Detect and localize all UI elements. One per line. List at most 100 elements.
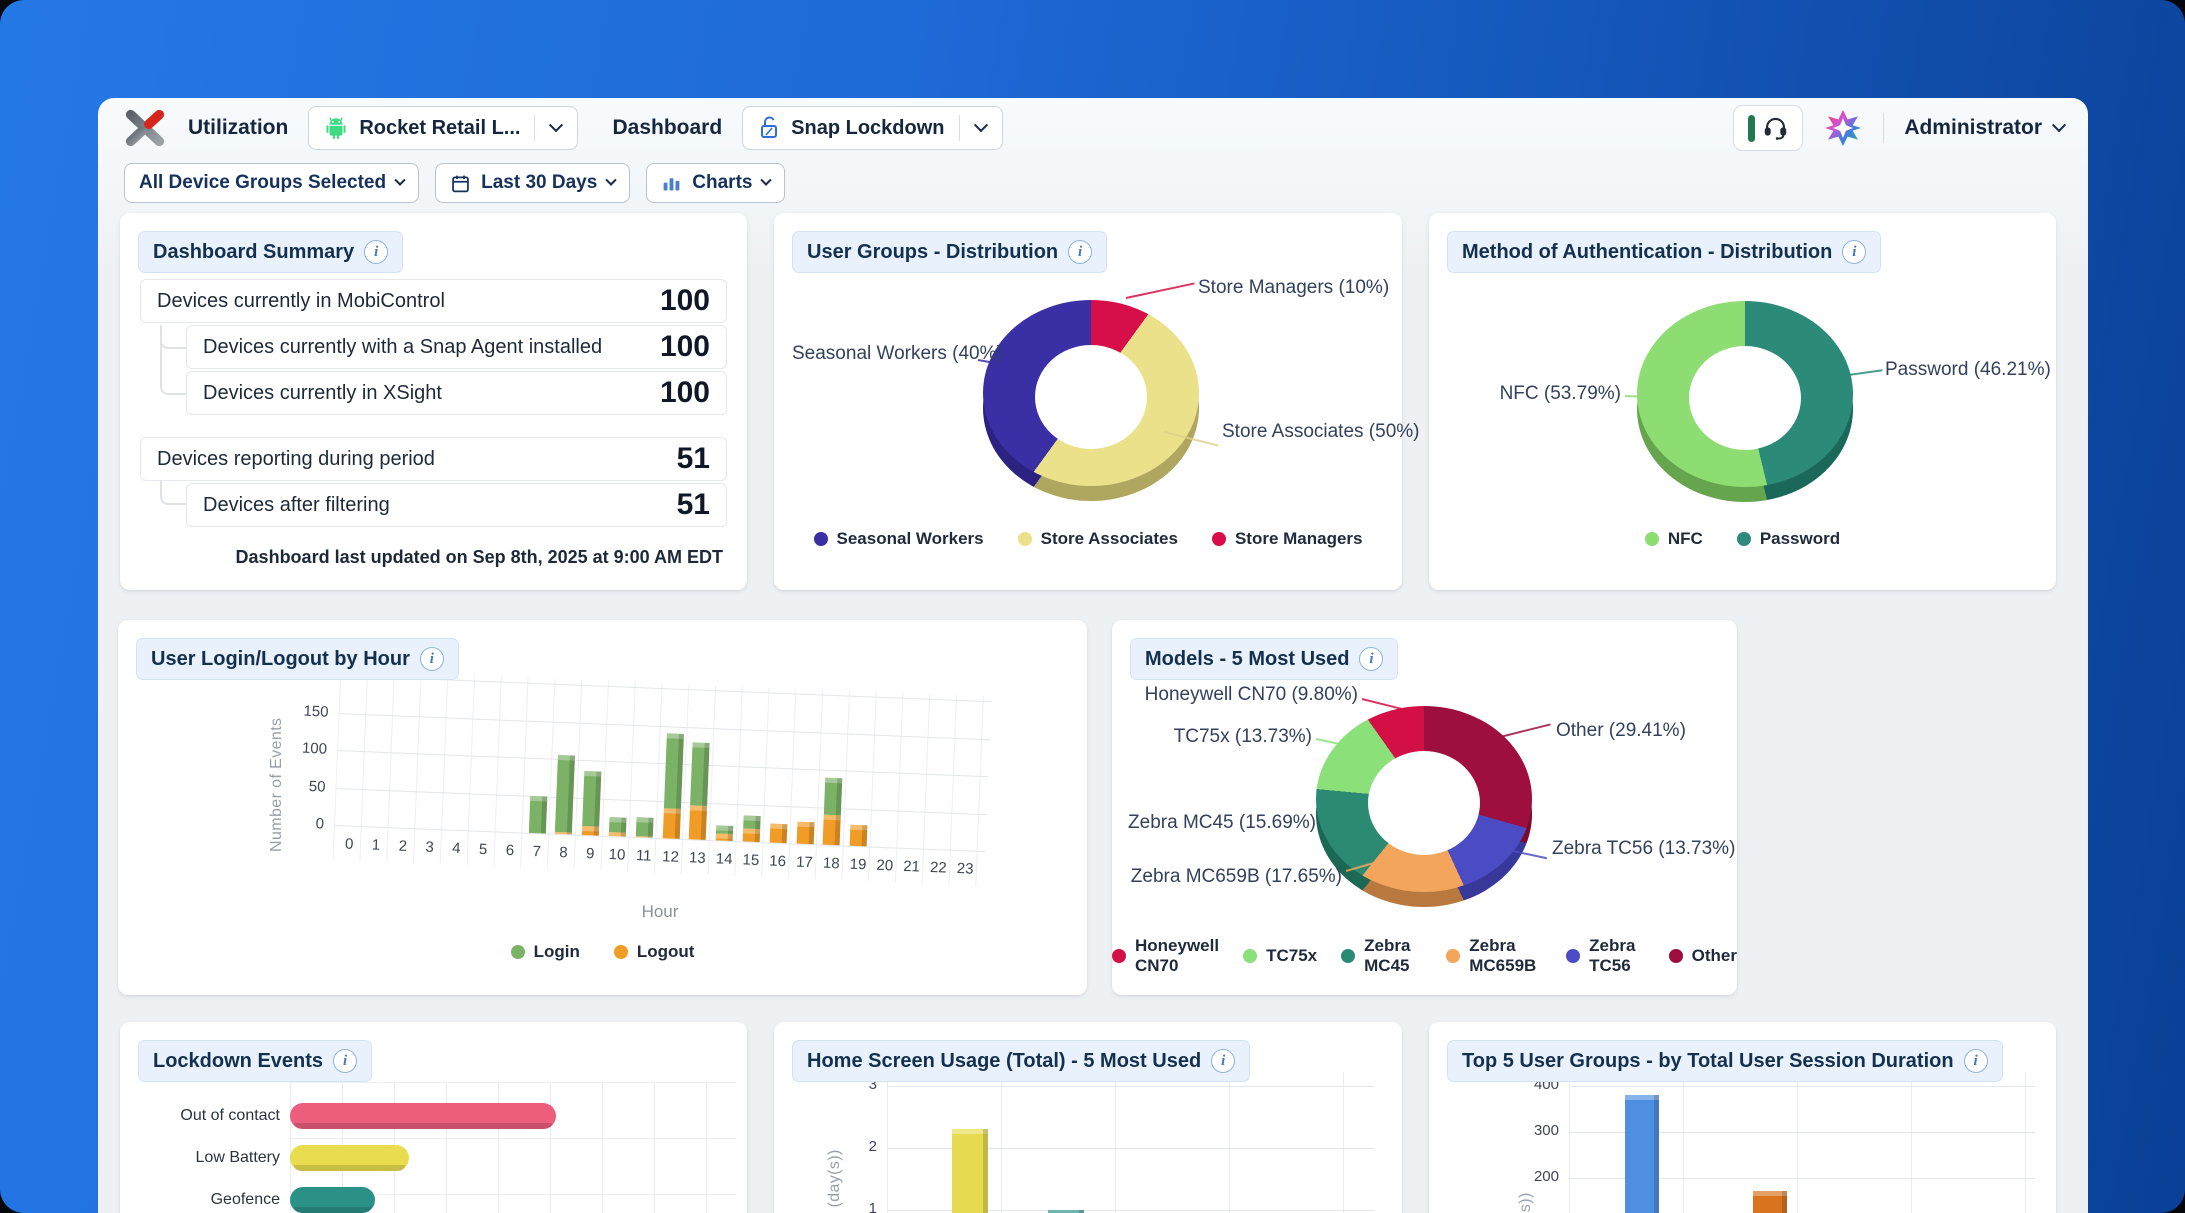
legend-item[interactable]: Zebra MC45 <box>1341 936 1422 976</box>
legend-item[interactable]: Zebra TC56 <box>1566 936 1645 976</box>
info-icon[interactable]: i <box>364 240 388 264</box>
y-tick-label: 300 <box>1521 1122 1559 1139</box>
legend-item[interactable]: TC75x <box>1243 946 1317 966</box>
legend-item[interactable]: Password <box>1737 529 1840 549</box>
home-screen-plot[interactable]: 123 <box>887 1072 1374 1213</box>
dashboard-value: Snap Lockdown <box>791 117 944 140</box>
info-icon[interactable]: i <box>1359 647 1383 671</box>
login-bar-segment[interactable] <box>636 817 654 836</box>
category-label: Low Battery <box>134 1145 280 1171</box>
legend-dot <box>1212 532 1226 546</box>
info-icon[interactable]: i <box>1211 1049 1235 1073</box>
unlock-icon <box>757 115 781 141</box>
legend-dot <box>1341 949 1355 963</box>
device-groups-filter[interactable]: All Device Groups Selected <box>124 163 419 203</box>
y-tick-label: 2 <box>839 1138 877 1155</box>
models-donut[interactable] <box>1316 706 1532 892</box>
login-bar-segment[interactable] <box>743 815 760 828</box>
logout-bar-segment[interactable] <box>769 824 787 843</box>
top-navbar: Utilization Rocket Retail L... <box>98 98 2088 158</box>
lockdown-plot[interactable] <box>290 1082 736 1213</box>
dashboard-selector[interactable]: Snap Lockdown <box>742 106 1002 150</box>
value-bar[interactable] <box>1625 1095 1659 1213</box>
main-panel: Utilization Rocket Retail L... <box>98 98 2088 1213</box>
utilization-label: Utilization <box>188 116 288 140</box>
user-groups-donut[interactable] <box>983 300 1199 486</box>
legend-item[interactable]: Zebra MC659B <box>1446 936 1542 976</box>
card-title: User Login/Logout by Hour i <box>136 638 459 680</box>
app-window: Utilization Rocket Retail L... <box>0 0 2185 1213</box>
login-bar-segment[interactable] <box>690 742 710 806</box>
value-bar[interactable] <box>952 1129 988 1213</box>
login-bar-segment[interactable] <box>716 825 733 833</box>
card-title: Models - 5 Most Used i <box>1130 638 1398 680</box>
login-logout-plot[interactable]: 0501001502000123456789101112131415161718… <box>333 670 992 886</box>
legend-item[interactable]: Store Associates <box>1018 529 1178 549</box>
login-bar-segment[interactable] <box>528 795 546 833</box>
logout-bar-segment[interactable] <box>662 808 680 839</box>
logout-bar-segment[interactable] <box>796 821 814 844</box>
info-icon[interactable]: i <box>420 647 444 671</box>
auth-method-donut[interactable] <box>1637 301 1853 487</box>
logout-bar-segment[interactable] <box>582 826 599 836</box>
legend-item[interactable]: Seasonal Workers <box>814 529 984 549</box>
date-range-filter[interactable]: Last 30 Days <box>435 163 630 203</box>
logout-bar-segment[interactable] <box>850 825 868 847</box>
top-user-groups-card: Top 5 User Groups - by Total User Sessio… <box>1429 1022 2056 1213</box>
gridline <box>1569 1086 2035 1087</box>
legend-item[interactable]: Login <box>511 942 580 962</box>
legend-dot <box>814 532 828 546</box>
ai-assistant-icon[interactable] <box>1823 108 1863 148</box>
logout-bar-segment[interactable] <box>689 806 707 840</box>
gridline <box>335 788 987 815</box>
summary-row-label: Devices reporting during period <box>157 448 435 471</box>
legend-item[interactable]: Store Managers <box>1212 529 1363 549</box>
logout-bar-segment[interactable] <box>743 828 761 842</box>
view-mode-selector[interactable]: Charts <box>646 163 785 203</box>
legend-item[interactable]: NFC <box>1645 529 1703 549</box>
card-title-text: Method of Authentication - Distribution <box>1462 241 1832 264</box>
login-bar-segment[interactable] <box>824 777 842 815</box>
logout-bar-segment[interactable] <box>609 832 626 836</box>
logout-bar-segment[interactable] <box>716 833 733 841</box>
tree-connector <box>160 481 186 505</box>
category-bar[interactable] <box>290 1103 556 1129</box>
legend-dot <box>1645 532 1659 546</box>
category-bar[interactable] <box>290 1187 375 1213</box>
value-bar[interactable] <box>1753 1191 1787 1213</box>
y-tick-label: 0 <box>286 814 325 833</box>
device-groups-filter-value: All Device Groups Selected <box>139 172 386 194</box>
slice-label: Password (46.21%) <box>1885 359 2088 381</box>
slice-label: Honeywell CN70 (9.80%) <box>1112 684 1358 706</box>
info-icon[interactable]: i <box>1842 240 1866 264</box>
top-user-groups-plot[interactable]: 200300400 <box>1569 1072 2035 1213</box>
logout-bar-segment[interactable] <box>823 815 841 846</box>
device-group-value: Rocket Retail L... <box>359 117 520 140</box>
category-bar[interactable] <box>290 1145 409 1171</box>
legend-dot <box>1112 949 1126 963</box>
legend-item[interactable]: Other <box>1669 946 1737 966</box>
info-icon[interactable]: i <box>333 1049 357 1073</box>
legend-label: TC75x <box>1266 946 1317 966</box>
support-chat-button[interactable] <box>1733 105 1803 151</box>
info-icon[interactable]: i <box>1964 1049 1988 1073</box>
headset-icon <box>1762 115 1789 142</box>
login-bar-segment[interactable] <box>664 733 684 809</box>
chart-legend: Seasonal Workers Store Associates Store Ma… <box>774 529 1402 549</box>
info-icon[interactable]: i <box>1068 240 1092 264</box>
login-bar-segment[interactable] <box>555 754 575 832</box>
device-group-selector[interactable]: Rocket Retail L... <box>308 106 578 150</box>
card-title: Home Screen Usage (Total) - 5 Most Used … <box>792 1040 1250 1082</box>
device-group-chevron[interactable] <box>535 123 577 133</box>
login-bar-segment[interactable] <box>582 771 601 826</box>
tree-connector <box>160 325 186 395</box>
legend-label: Store Associates <box>1041 529 1178 549</box>
dashboard-chevron[interactable] <box>960 123 1002 133</box>
lockdown-events-card: Lockdown Events i Out of contactLow Batt… <box>120 1022 747 1213</box>
legend-item[interactable]: Honeywell CN70 <box>1112 936 1219 976</box>
user-menu[interactable]: Administrator <box>1904 116 2064 140</box>
chart-legend: Login Logout <box>118 942 1087 962</box>
legend-item[interactable]: Logout <box>614 942 695 962</box>
login-bar-segment[interactable] <box>609 817 627 833</box>
y-axis-label: Number of Events <box>268 700 286 870</box>
